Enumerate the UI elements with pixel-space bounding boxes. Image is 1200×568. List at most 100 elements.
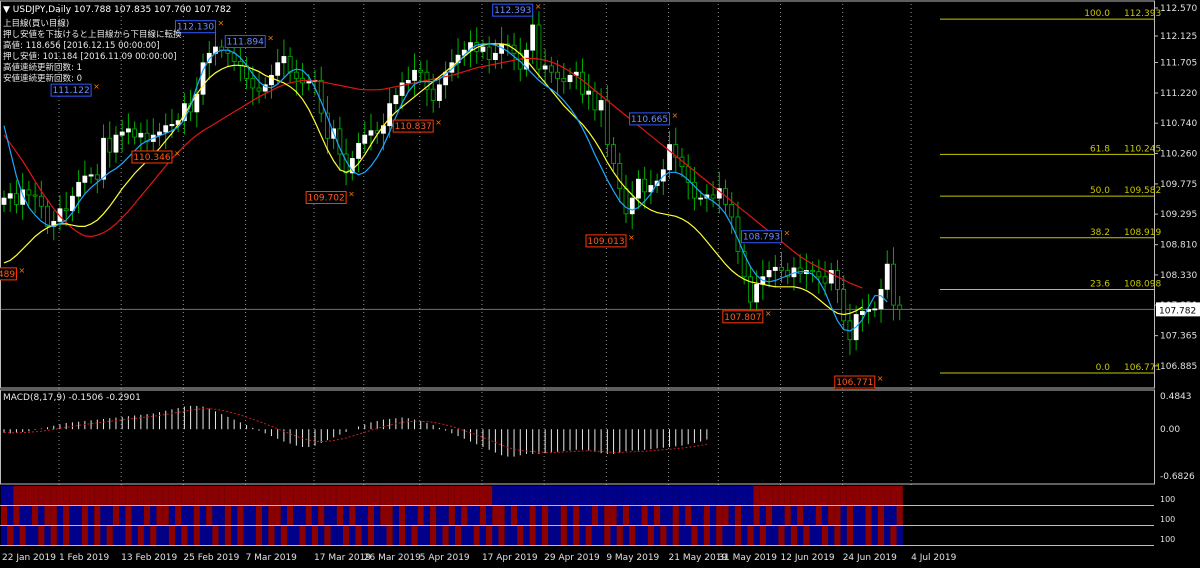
candle-body [872, 308, 878, 311]
heat-cell [156, 526, 163, 545]
heat-cell [168, 506, 176, 525]
heat-cell [287, 526, 294, 545]
heat-row-label: 100 [1160, 495, 1175, 504]
heat-cell [821, 506, 829, 525]
heat-cell [821, 486, 829, 505]
heat-cell [112, 486, 120, 505]
heat-cell [330, 526, 337, 545]
heat-cell [765, 526, 773, 545]
heat-cell [461, 486, 468, 505]
heat-cell [311, 526, 319, 545]
candle-body [766, 270, 772, 278]
heat-cell [666, 506, 673, 525]
heat-cell [448, 506, 455, 525]
candle-body [822, 276, 828, 284]
swing-marker: × [765, 309, 772, 318]
heat-cell [741, 486, 748, 505]
heat-cell [510, 506, 518, 525]
heat-cell [728, 486, 735, 505]
heat-cell [604, 526, 611, 545]
heat-cell [803, 526, 810, 545]
heat-cell [0, 526, 8, 545]
candle-body [368, 130, 374, 136]
chart-background [0, 0, 1200, 564]
x-axis-label: 17 Apr 2019 [482, 553, 538, 563]
candle-body [275, 62, 281, 76]
heat-cell [815, 486, 822, 505]
heat-cell [790, 506, 798, 525]
heat-cell [529, 506, 536, 525]
heat-row-label: 100 [1160, 515, 1175, 524]
heat-cell [131, 506, 138, 525]
candle-body [536, 24, 542, 70]
heat-cell [87, 486, 95, 505]
heat-cell [392, 486, 399, 505]
candle-body [70, 195, 75, 212]
heat-cell [187, 506, 194, 525]
heat-cell [759, 526, 766, 545]
heat-cell [199, 526, 207, 545]
heat-cell [542, 526, 549, 545]
candle-body [642, 178, 648, 193]
heat-cell [305, 486, 312, 505]
heat-cell [685, 506, 692, 525]
heat-cell [809, 526, 816, 545]
heat-cell [56, 486, 64, 505]
heat-cell [803, 506, 810, 525]
price-axis-label: 109.295 [1160, 210, 1197, 220]
heat-cell [554, 486, 561, 505]
candle-body [281, 56, 287, 64]
heat-cell [311, 506, 319, 525]
heat-cell [622, 506, 630, 525]
heat-cell [143, 506, 151, 525]
heat-cell [660, 506, 667, 525]
heat-cell [884, 506, 891, 525]
heat-cell [815, 526, 822, 545]
heat-cell [653, 526, 661, 545]
swing-label: 110.665 [631, 115, 668, 125]
swing-marker: × [628, 233, 635, 242]
heat-cell [206, 486, 213, 505]
candle-body [835, 270, 840, 290]
heat-cell [38, 486, 45, 505]
swing-marker: × [217, 19, 224, 28]
x-axis-label: 24 Jun 2019 [843, 553, 897, 563]
heat-cell [131, 486, 138, 505]
chart-window: 100.0 112.393 61.8 110.245 50.0 109.582 38.2 10… [0, 0, 1200, 564]
candle-body [126, 128, 131, 133]
heat-cell [871, 506, 878, 525]
candle-body [810, 270, 815, 273]
heat-cell [492, 486, 499, 505]
heat-cell [38, 506, 45, 525]
heat-cell [330, 506, 337, 525]
heat-cell [31, 526, 39, 545]
heat-cell [75, 506, 82, 525]
heat-cell [106, 526, 113, 545]
heat-cell [299, 486, 306, 505]
heat-cell [349, 486, 356, 505]
heat-cell [361, 486, 368, 505]
heat-cell [647, 506, 654, 525]
heat-cell [436, 486, 443, 505]
heat-cell [846, 506, 854, 525]
swing-label: 109.702 [307, 194, 344, 204]
heat-cell [324, 506, 331, 525]
heat-cell [392, 506, 399, 525]
candle-body [138, 132, 144, 138]
heat-cell [641, 526, 648, 545]
fib-level-label: 100.0 [1084, 9, 1110, 19]
heat-cell [815, 506, 822, 525]
heat-cell [262, 506, 269, 525]
heat-cell [734, 526, 742, 545]
candle-body [542, 65, 548, 70]
heat-cell [423, 526, 431, 545]
heat-cell [784, 506, 791, 525]
heat-cell [741, 526, 748, 545]
heat-cell [398, 486, 406, 505]
swing-label: 109.013 [587, 237, 624, 247]
heat-cell [840, 486, 847, 505]
candle-body [63, 208, 69, 212]
candle-body [480, 46, 486, 52]
chart-svg: 100.0 112.393 61.8 110.245 50.0 109.582 38.2 10… [0, 0, 1200, 564]
heat-cell [579, 506, 586, 525]
